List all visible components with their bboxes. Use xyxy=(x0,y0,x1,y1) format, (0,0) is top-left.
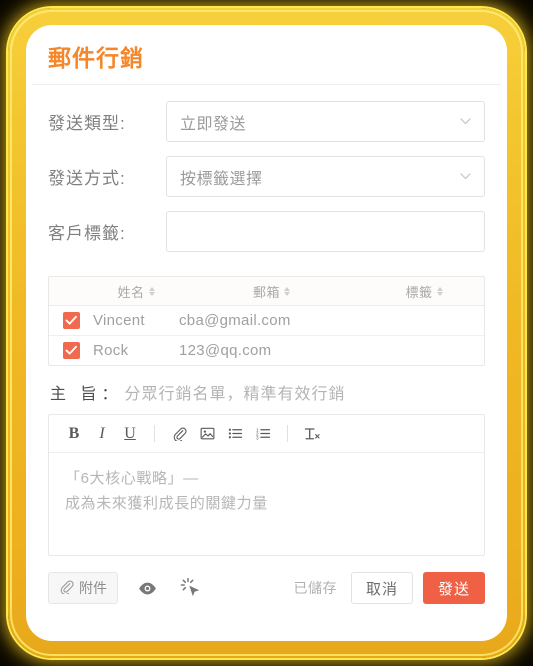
row-name: Vincent xyxy=(93,305,179,336)
paperclip-icon xyxy=(59,579,74,597)
row-tag xyxy=(364,305,484,336)
eye-icon[interactable] xyxy=(132,573,162,603)
table-row[interactable]: Rock 123@qq.com xyxy=(49,336,484,366)
page-title: 郵件行銷 xyxy=(48,45,144,71)
attachment-icon[interactable] xyxy=(166,421,192,447)
footer-bar: 附件 已儲存 取消 發送 xyxy=(48,572,485,604)
rich-text-editor: B I U 1 2 3 「6大核心戰略」— 成為未來獲利成長的關鍵力量 xyxy=(48,414,485,556)
customer-tag-input[interactable] xyxy=(166,211,485,252)
editor-body-line-2: 成為未來獲利成長的關鍵力量 xyxy=(65,494,268,512)
customer-tag-label: 客戶標籤: xyxy=(48,224,126,243)
toolbar-separator xyxy=(154,425,155,442)
svg-text:3: 3 xyxy=(256,436,259,441)
saved-status: 已儲存 xyxy=(293,580,337,596)
send-button[interactable]: 發送 xyxy=(422,572,485,604)
send-method-value: 按標籤選擇 xyxy=(180,170,263,188)
subject-line: 主 旨： 分眾行銷名單，精準有效行銷 xyxy=(50,380,485,404)
table-header-email[interactable]: 郵箱 xyxy=(179,277,364,306)
send-type-label: 發送類型: xyxy=(48,114,126,133)
editor-body-line-1: 「6大核心戰略」— xyxy=(65,470,199,487)
chevron-down-icon xyxy=(460,172,471,180)
row-name: Rock xyxy=(93,342,129,359)
table-header-name-label: 姓名 xyxy=(117,284,145,300)
send-type-value: 立即發送 xyxy=(180,115,247,133)
editor-toolbar: B I U 1 2 3 xyxy=(49,415,484,453)
numbered-list-icon[interactable]: 1 2 3 xyxy=(250,421,276,447)
editor-body[interactable]: 「6大核心戰略」— 成為未來獲利成長的關鍵力量 xyxy=(49,453,484,555)
row-checkbox-cell[interactable] xyxy=(49,336,93,366)
underline-icon[interactable]: U xyxy=(117,421,143,447)
table-header-tag[interactable]: 標籤 xyxy=(364,277,484,306)
table-row[interactable]: Vincent cba@gmail.com xyxy=(49,305,484,336)
row-checkbox-cell[interactable] xyxy=(49,305,93,336)
send-method-select[interactable]: 按標籤選擇 xyxy=(166,156,485,197)
table-header-tag-label: 標籤 xyxy=(405,284,433,300)
bullet-list-icon[interactable] xyxy=(222,421,248,447)
clear-format-icon[interactable] xyxy=(299,421,325,447)
card-header: 郵件行銷 xyxy=(26,25,507,84)
image-icon[interactable] xyxy=(194,421,220,447)
sort-icon[interactable] xyxy=(436,286,443,296)
cursor-sparkle-icon[interactable] xyxy=(176,573,206,603)
bold-icon[interactable]: B xyxy=(61,421,87,447)
email-marketing-card: 郵件行銷 發送類型: 立即發送 發送方式: 按標籤選擇 客戶標籤: 姓名 郵箱 … xyxy=(26,25,507,641)
cancel-button[interactable]: 取消 xyxy=(350,572,413,604)
row-tag xyxy=(364,336,484,366)
attachment-button-label: 附件 xyxy=(79,580,107,596)
checkbox-checked-icon[interactable] xyxy=(62,342,80,360)
sort-icon[interactable] xyxy=(284,286,290,296)
contacts-table: 姓名 郵箱 標籤 Vincent cba@gmail.com Rock 123@… xyxy=(48,276,485,366)
row-email: cba@gmail.com xyxy=(179,305,364,336)
table-header-email-label: 郵箱 xyxy=(252,284,280,300)
subject-label: 主 旨： xyxy=(50,386,123,403)
subject-value[interactable]: 分眾行銷名單，精準有效行銷 xyxy=(124,380,345,404)
chevron-down-icon xyxy=(460,117,471,125)
table-header-name[interactable]: 姓名 xyxy=(93,277,179,306)
table-header-row: 姓名 郵箱 標籤 xyxy=(49,277,484,306)
form-row-send-type: 發送類型: 立即發送 xyxy=(48,101,485,142)
send-method-label: 發送方式: xyxy=(48,169,126,188)
attachment-button[interactable]: 附件 xyxy=(48,572,118,604)
form-area: 發送類型: 立即發送 發送方式: 按標籤選擇 客戶標籤: xyxy=(26,85,507,268)
form-row-customer-tag: 客戶標籤: xyxy=(48,211,485,252)
table-header-check xyxy=(49,277,93,306)
italic-icon[interactable]: I xyxy=(89,421,115,447)
sort-icon[interactable] xyxy=(148,286,155,296)
toolbar-separator xyxy=(287,425,288,442)
row-email: 123@qq.com xyxy=(179,342,272,359)
checkbox-checked-icon[interactable] xyxy=(62,312,80,330)
form-row-send-method: 發送方式: 按標籤選擇 xyxy=(48,156,485,197)
send-type-select[interactable]: 立即發送 xyxy=(166,101,485,142)
